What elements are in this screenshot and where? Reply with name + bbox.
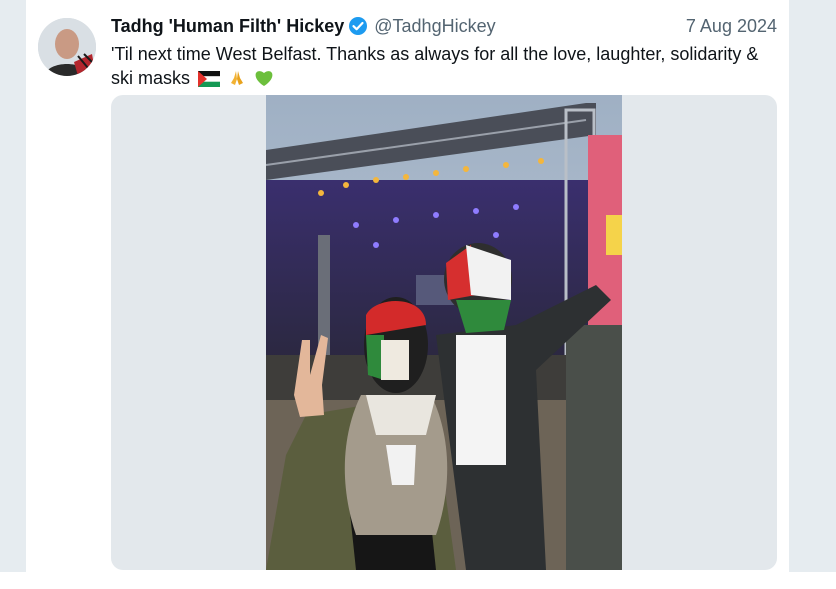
concert-photo[interactable] [266, 95, 622, 570]
verified-badge-icon [348, 16, 368, 36]
tweet-card[interactable]: Tadhg 'Human Filth' Hickey @TadhgHickey … [26, 0, 789, 572]
tweet-date[interactable]: 7 Aug 2024 [686, 16, 777, 37]
tweet-text: 'Til next time West Belfast. Thanks as a… [111, 42, 781, 93]
green-heart-icon [254, 69, 274, 93]
bottom-strip [0, 572, 836, 589]
folded-hands-icon [228, 69, 246, 93]
tweet-header: Tadhg 'Human Filth' Hickey @TadhgHickey … [111, 14, 777, 38]
palestine-flag-icon [198, 69, 221, 93]
handle[interactable]: @TadhgHickey [374, 16, 495, 37]
display-name[interactable]: Tadhg 'Human Filth' Hickey [111, 16, 344, 37]
avatar[interactable] [38, 18, 96, 76]
tweet-media[interactable] [111, 95, 777, 570]
